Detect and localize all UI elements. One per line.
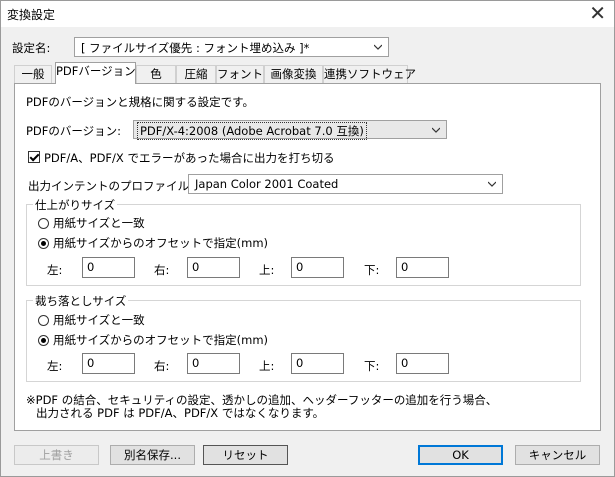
setting-name-value: [ ファイルサイズ優先 : フォント埋め込み ]*	[81, 41, 310, 55]
finish-bottom-value: 0	[401, 260, 409, 274]
bleed-top-input[interactable]: 0	[291, 353, 344, 374]
finish-top-input[interactable]: 0	[291, 257, 344, 278]
output-intent-value: Japan Color 2001 Coated	[195, 177, 339, 191]
tab-label: 連携ソフトウェア	[324, 67, 416, 81]
bleed-bottom-label: 下:	[364, 359, 380, 373]
title-bar: 変換設定 ✕	[1, 1, 614, 27]
bleed-offset-radio[interactable]	[38, 335, 49, 346]
cancel-button[interactable]: キャンセル	[515, 445, 600, 465]
finish-right-value: 0	[192, 260, 200, 274]
bleed-offset-label: 用紙サイズからのオフセットで指定(mm)	[53, 333, 269, 347]
finish-top-value: 0	[296, 260, 304, 274]
save-as-button[interactable]: 別名保存...	[110, 445, 195, 465]
tab-color[interactable]: 色	[136, 65, 176, 83]
bleed-right-label: 右:	[154, 359, 170, 373]
bleed-top-value: 0	[296, 356, 304, 370]
finish-left-value: 0	[87, 260, 95, 274]
bleed-left-input[interactable]: 0	[82, 353, 135, 374]
bleed-left-label: 左:	[47, 359, 63, 373]
tab-label: PDFバージョン	[56, 64, 136, 78]
pdf-version-select[interactable]: PDF/X-4:2008 (Adobe Acrobat 7.0 互換)	[133, 120, 447, 140]
setting-name-label: 設定名:	[12, 41, 51, 55]
overwrite-button[interactable]: 上書き	[14, 445, 99, 465]
panel-description: PDFのバージョンと規格に関する設定です。	[26, 95, 255, 109]
finish-right-input[interactable]: 0	[187, 257, 240, 278]
note-line-2: 出力される PDF は PDF/A、PDF/X ではなくなります。	[36, 406, 325, 420]
finish-match-paper-radio[interactable]	[38, 218, 49, 229]
output-intent-label: 出力インテントのプロファイル:	[28, 179, 193, 193]
tab-compression[interactable]: 圧縮	[176, 65, 216, 83]
bleed-size-title: 裁ち落としサイズ	[33, 293, 129, 309]
finish-left-input[interactable]: 0	[82, 257, 135, 278]
bleed-top-label: 上:	[259, 359, 275, 373]
pdf-version-label: PDFのバージョン:	[26, 124, 122, 138]
finish-offset-label: 用紙サイズからのオフセットで指定(mm)	[53, 236, 269, 250]
tab-pdf-version[interactable]: PDFバージョン	[55, 62, 136, 84]
bleed-match-paper-radio[interactable]	[38, 315, 49, 326]
bleed-match-paper-label: 用紙サイズと一致	[53, 313, 145, 327]
bleed-right-input[interactable]: 0	[187, 353, 240, 374]
tab-label: 色	[150, 67, 162, 81]
abort-on-error-checkbox[interactable]	[28, 151, 40, 163]
dialog-title: 変換設定	[7, 8, 56, 22]
tab-image-conversion[interactable]: 画像変換	[264, 65, 323, 83]
abort-on-error-label: PDF/A、PDF/X でエラーがあった場合に出力を打ち切る	[44, 151, 335, 165]
finish-size-title: 仕上がりサイズ	[33, 197, 118, 213]
finish-bottom-input[interactable]: 0	[396, 257, 449, 278]
tab-linked-software[interactable]: 連携ソフトウェア	[323, 65, 416, 83]
finish-offset-radio[interactable]	[38, 238, 49, 249]
ok-button[interactable]: OK	[418, 445, 503, 465]
tab-font[interactable]: フォント	[216, 65, 264, 83]
setting-name-select[interactable]: [ ファイルサイズ優先 : フォント埋め込み ]*	[74, 37, 389, 57]
output-intent-select[interactable]: Japan Color 2001 Coated	[188, 174, 503, 194]
tab-label: フォント	[217, 67, 263, 81]
finish-left-label: 左:	[47, 263, 63, 277]
finish-top-label: 上:	[259, 263, 275, 277]
finish-right-label: 右:	[154, 263, 170, 277]
finish-bottom-label: 下:	[364, 263, 380, 277]
tab-label: 圧縮	[184, 67, 208, 81]
chevron-down-icon	[432, 127, 440, 133]
tab-label: 画像変換	[270, 67, 317, 81]
chevron-down-icon	[488, 181, 496, 187]
finish-match-paper-label: 用紙サイズと一致	[53, 216, 145, 230]
tab-general[interactable]: 一般	[14, 65, 52, 83]
tab-label: 一般	[21, 67, 45, 81]
bleed-bottom-value: 0	[401, 356, 409, 370]
close-icon[interactable]: ✕	[589, 2, 606, 24]
reset-button[interactable]: リセット	[203, 445, 288, 465]
pdf-version-value: PDF/X-4:2008 (Adobe Acrobat 7.0 互換)	[137, 122, 367, 140]
chevron-down-icon	[374, 44, 382, 50]
bleed-right-value: 0	[192, 356, 200, 370]
bleed-bottom-input[interactable]: 0	[396, 353, 449, 374]
bleed-left-value: 0	[87, 356, 95, 370]
